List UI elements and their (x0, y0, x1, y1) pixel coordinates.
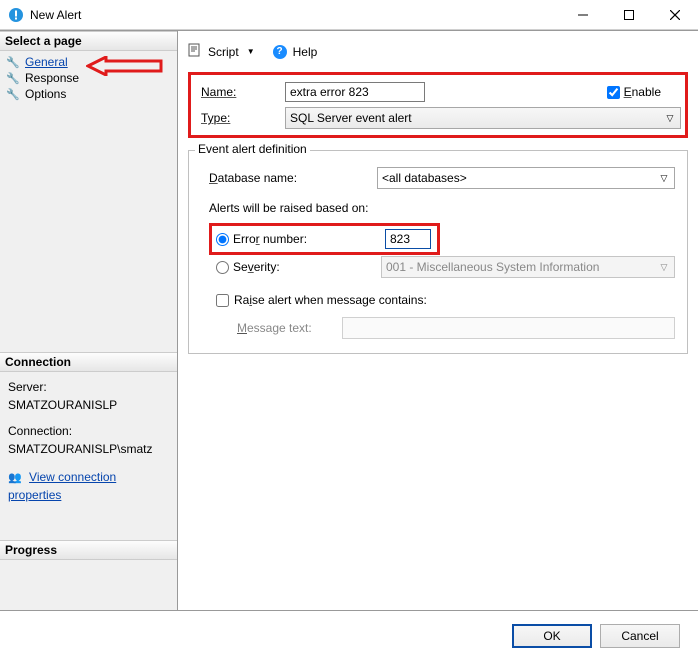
raise-alert-checkbox[interactable] (216, 294, 229, 307)
window-title: New Alert (30, 8, 560, 22)
page-link-general[interactable]: General (25, 55, 68, 69)
enable-label: Enable (624, 85, 661, 99)
view-conn-props-row[interactable]: 👥 View connection properties (8, 468, 169, 505)
server-value: SMATZOURANISLP (8, 396, 169, 414)
message-text-label: Message text: (237, 321, 312, 335)
severity-radio[interactable] (216, 261, 229, 274)
chevron-down-icon: ▽ (660, 113, 680, 124)
enable-checkbox[interactable] (607, 86, 620, 99)
alerts-based-on-label: Alerts will be raised based on: (209, 201, 675, 215)
help-button[interactable]: Help (293, 45, 318, 59)
error-number-input[interactable] (385, 229, 431, 249)
error-number-label: Error number: (233, 232, 343, 246)
severity-dropdown: 001 - Miscellaneous System Information ▽ (381, 256, 675, 278)
chevron-down-icon: ▽ (654, 262, 674, 273)
connection-label: Connection: (8, 422, 169, 440)
minimize-button[interactable] (560, 0, 606, 30)
help-icon: ? (273, 45, 287, 59)
select-page-header: Select a page (0, 31, 177, 51)
people-icon: 👥 (8, 472, 22, 484)
wrench-icon: 🔧 (6, 72, 20, 85)
raise-alert-label: Raise alert when message contains: (234, 293, 427, 307)
message-text-input (342, 317, 675, 339)
wrench-icon: 🔧 (6, 88, 20, 101)
ok-button[interactable]: OK (512, 624, 592, 648)
group-title: Event alert definition (195, 142, 310, 156)
script-dropdown-icon[interactable]: ▼ (247, 47, 255, 56)
severity-label: Severity: (233, 260, 343, 274)
progress-body (0, 560, 177, 610)
page-link-options[interactable]: Options (25, 87, 66, 101)
wrench-icon: 🔧 (6, 56, 20, 69)
view-connection-properties-link[interactable]: View connection properties (8, 470, 116, 503)
chevron-down-icon: ▽ (654, 173, 674, 184)
connection-value: SMATZOURANISLP\smatz (8, 440, 169, 458)
type-value: SQL Server event alert (286, 111, 412, 125)
close-button[interactable] (652, 0, 698, 30)
name-input[interactable] (285, 82, 425, 102)
server-label: Server: (8, 378, 169, 396)
database-name-label: Database name: (209, 171, 377, 185)
severity-value: 001 - Miscellaneous System Information (386, 260, 599, 274)
error-number-radio[interactable] (216, 233, 229, 246)
type-dropdown[interactable]: SQL Server event alert ▽ (285, 107, 681, 129)
page-link-response[interactable]: Response (25, 71, 79, 85)
progress-header: Progress (0, 540, 177, 560)
app-icon (8, 7, 24, 23)
maximize-button[interactable] (606, 0, 652, 30)
type-label: Type: (201, 111, 230, 125)
script-button[interactable]: Script (208, 45, 239, 59)
database-name-dropdown[interactable]: <all databases> ▽ (377, 167, 675, 189)
name-label: Name: (201, 85, 236, 99)
page-item-response[interactable]: 🔧 Response (6, 70, 171, 86)
connection-header: Connection (0, 352, 177, 372)
page-item-options[interactable]: 🔧 Options (6, 86, 171, 102)
script-icon (188, 43, 202, 60)
cancel-button[interactable]: Cancel (600, 624, 680, 648)
database-name-value: <all databases> (382, 171, 467, 185)
page-item-general[interactable]: 🔧 General (6, 54, 171, 70)
